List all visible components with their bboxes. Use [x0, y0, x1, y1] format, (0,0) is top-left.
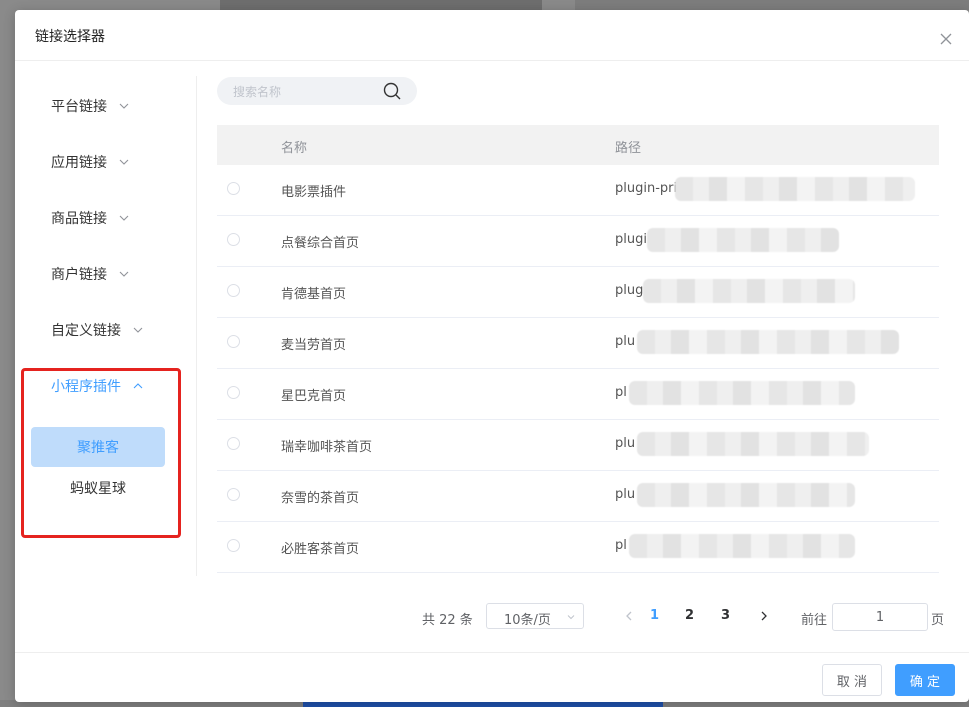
chevron-down-icon [567, 615, 575, 620]
row-path: plu [615, 487, 636, 502]
cancel-button[interactable]: 取 消 [822, 664, 882, 696]
confirm-button[interactable]: 确 定 [895, 664, 955, 696]
row-name: 奈雪的茶首页 [281, 491, 360, 506]
redacted-blur [647, 228, 839, 252]
row-name: 麦当劳首页 [281, 338, 347, 353]
table-row[interactable]: 肯德基首页 plug [217, 267, 939, 318]
row-radio[interactable] [227, 284, 240, 297]
dialog-header: 链接选择器 [15, 10, 969, 61]
row-name: 点餐综合首页 [281, 236, 360, 251]
search-box [217, 77, 417, 105]
page-2[interactable]: 2 [685, 608, 694, 623]
page-3[interactable]: 3 [721, 608, 730, 623]
table-row[interactable]: 星巴克首页 pl [217, 369, 939, 420]
chevron-down-icon [119, 215, 129, 221]
column-header-path: 路径 [615, 141, 642, 156]
row-radio[interactable] [227, 182, 240, 195]
redacted-blur [637, 330, 899, 354]
table-row[interactable]: 点餐综合首页 plugi [217, 216, 939, 267]
row-name: 肯德基首页 [281, 287, 347, 302]
sidebar-item-mayi-xingqiu[interactable]: 蚂蚁星球 [31, 468, 165, 508]
row-radio[interactable] [227, 233, 240, 246]
redacted-blur [637, 483, 855, 507]
redacted-blur [643, 279, 855, 303]
redacted-blur [637, 432, 869, 456]
dialog-title: 链接选择器 [35, 29, 105, 45]
row-path: plu [615, 436, 636, 451]
column-header-name: 名称 [281, 141, 308, 156]
sidebar-group-platform-links[interactable]: 平台链接 [51, 94, 129, 118]
sidebar-group-label: 平台链接 [51, 99, 107, 115]
row-path: pl [615, 385, 627, 400]
page-size-value: 10条/页 [504, 613, 551, 628]
sidebar-item-jutuike[interactable]: 聚推客 [31, 427, 165, 467]
row-radio[interactable] [227, 539, 240, 552]
row-radio[interactable] [227, 386, 240, 399]
total-count: 共 22 条 [422, 613, 473, 628]
chevron-down-icon [133, 327, 143, 333]
table-row[interactable]: 奈雪的茶首页 plu [217, 471, 939, 522]
page-1[interactable]: 1 [650, 608, 659, 623]
row-path: pl [615, 538, 627, 553]
prev-page-icon[interactable] [622, 609, 636, 623]
chevron-down-icon [119, 103, 129, 109]
sidebar-group-label: 商户链接 [51, 267, 107, 283]
sidebar-group-label: 自定义链接 [51, 323, 121, 339]
link-selector-dialog: 链接选择器 平台链接 应用链接 商品链接 商户链接 自定义链接 小程序插件 聚推… [15, 10, 969, 702]
backdrop [575, 0, 969, 10]
row-path: plugi [615, 232, 647, 247]
row-path: plu [615, 334, 636, 349]
search-icon[interactable] [382, 81, 402, 101]
backdrop [220, 0, 542, 10]
sidebar-group-label: 应用链接 [51, 155, 107, 171]
row-radio[interactable] [227, 488, 240, 501]
chevron-down-icon [119, 159, 129, 165]
chevron-up-icon [133, 383, 143, 389]
row-name: 星巴克首页 [281, 389, 347, 404]
sidebar-group-merchant-links[interactable]: 商户链接 [51, 262, 129, 286]
redacted-blur [675, 177, 915, 201]
sidebar-divider [196, 76, 197, 576]
row-name: 必胜客茶首页 [281, 542, 360, 557]
next-page-icon[interactable] [757, 609, 771, 623]
table-row[interactable]: 电影票插件 plugin-pri [217, 165, 939, 216]
row-radio[interactable] [227, 335, 240, 348]
goto-label: 前往 [801, 613, 828, 628]
goto-page-input[interactable] [832, 603, 928, 631]
table-row[interactable]: 瑞幸咖啡茶首页 plu [217, 420, 939, 471]
table-header: 名称 路径 [217, 125, 939, 165]
dialog-footer: 取 消 确 定 [15, 652, 969, 703]
page-size-select[interactable]: 10条/页 [486, 603, 584, 629]
row-path: plug [615, 283, 644, 298]
redacted-blur [629, 534, 855, 558]
sidebar-group-label: 小程序插件 [51, 379, 121, 395]
search-input[interactable] [231, 81, 375, 103]
row-name: 电影票插件 [281, 185, 347, 200]
pagination: 共 22 条 10条/页 1 2 3 前往 页 [415, 603, 955, 631]
sidebar-group-app-links[interactable]: 应用链接 [51, 150, 129, 174]
sidebar-group-custom-links[interactable]: 自定义链接 [51, 318, 143, 342]
close-icon[interactable] [939, 32, 953, 46]
row-name: 瑞幸咖啡茶首页 [281, 440, 373, 455]
chevron-down-icon [119, 271, 129, 277]
sidebar-group-label: 商品链接 [51, 211, 107, 227]
link-table: 名称 路径 电影票插件 plugin-pri 点餐综合首页 plugi 肯德基首… [217, 125, 939, 573]
sidebar-group-miniprogram-plugins[interactable]: 小程序插件 [51, 374, 143, 398]
row-path: plugin-pri [615, 181, 678, 196]
row-radio[interactable] [227, 437, 240, 450]
table-row[interactable]: 麦当劳首页 plu [217, 318, 939, 369]
table-row[interactable]: 必胜客茶首页 pl [217, 522, 939, 573]
page-word: 页 [931, 613, 945, 628]
redacted-blur [629, 381, 855, 405]
sidebar-group-product-links[interactable]: 商品链接 [51, 206, 129, 230]
